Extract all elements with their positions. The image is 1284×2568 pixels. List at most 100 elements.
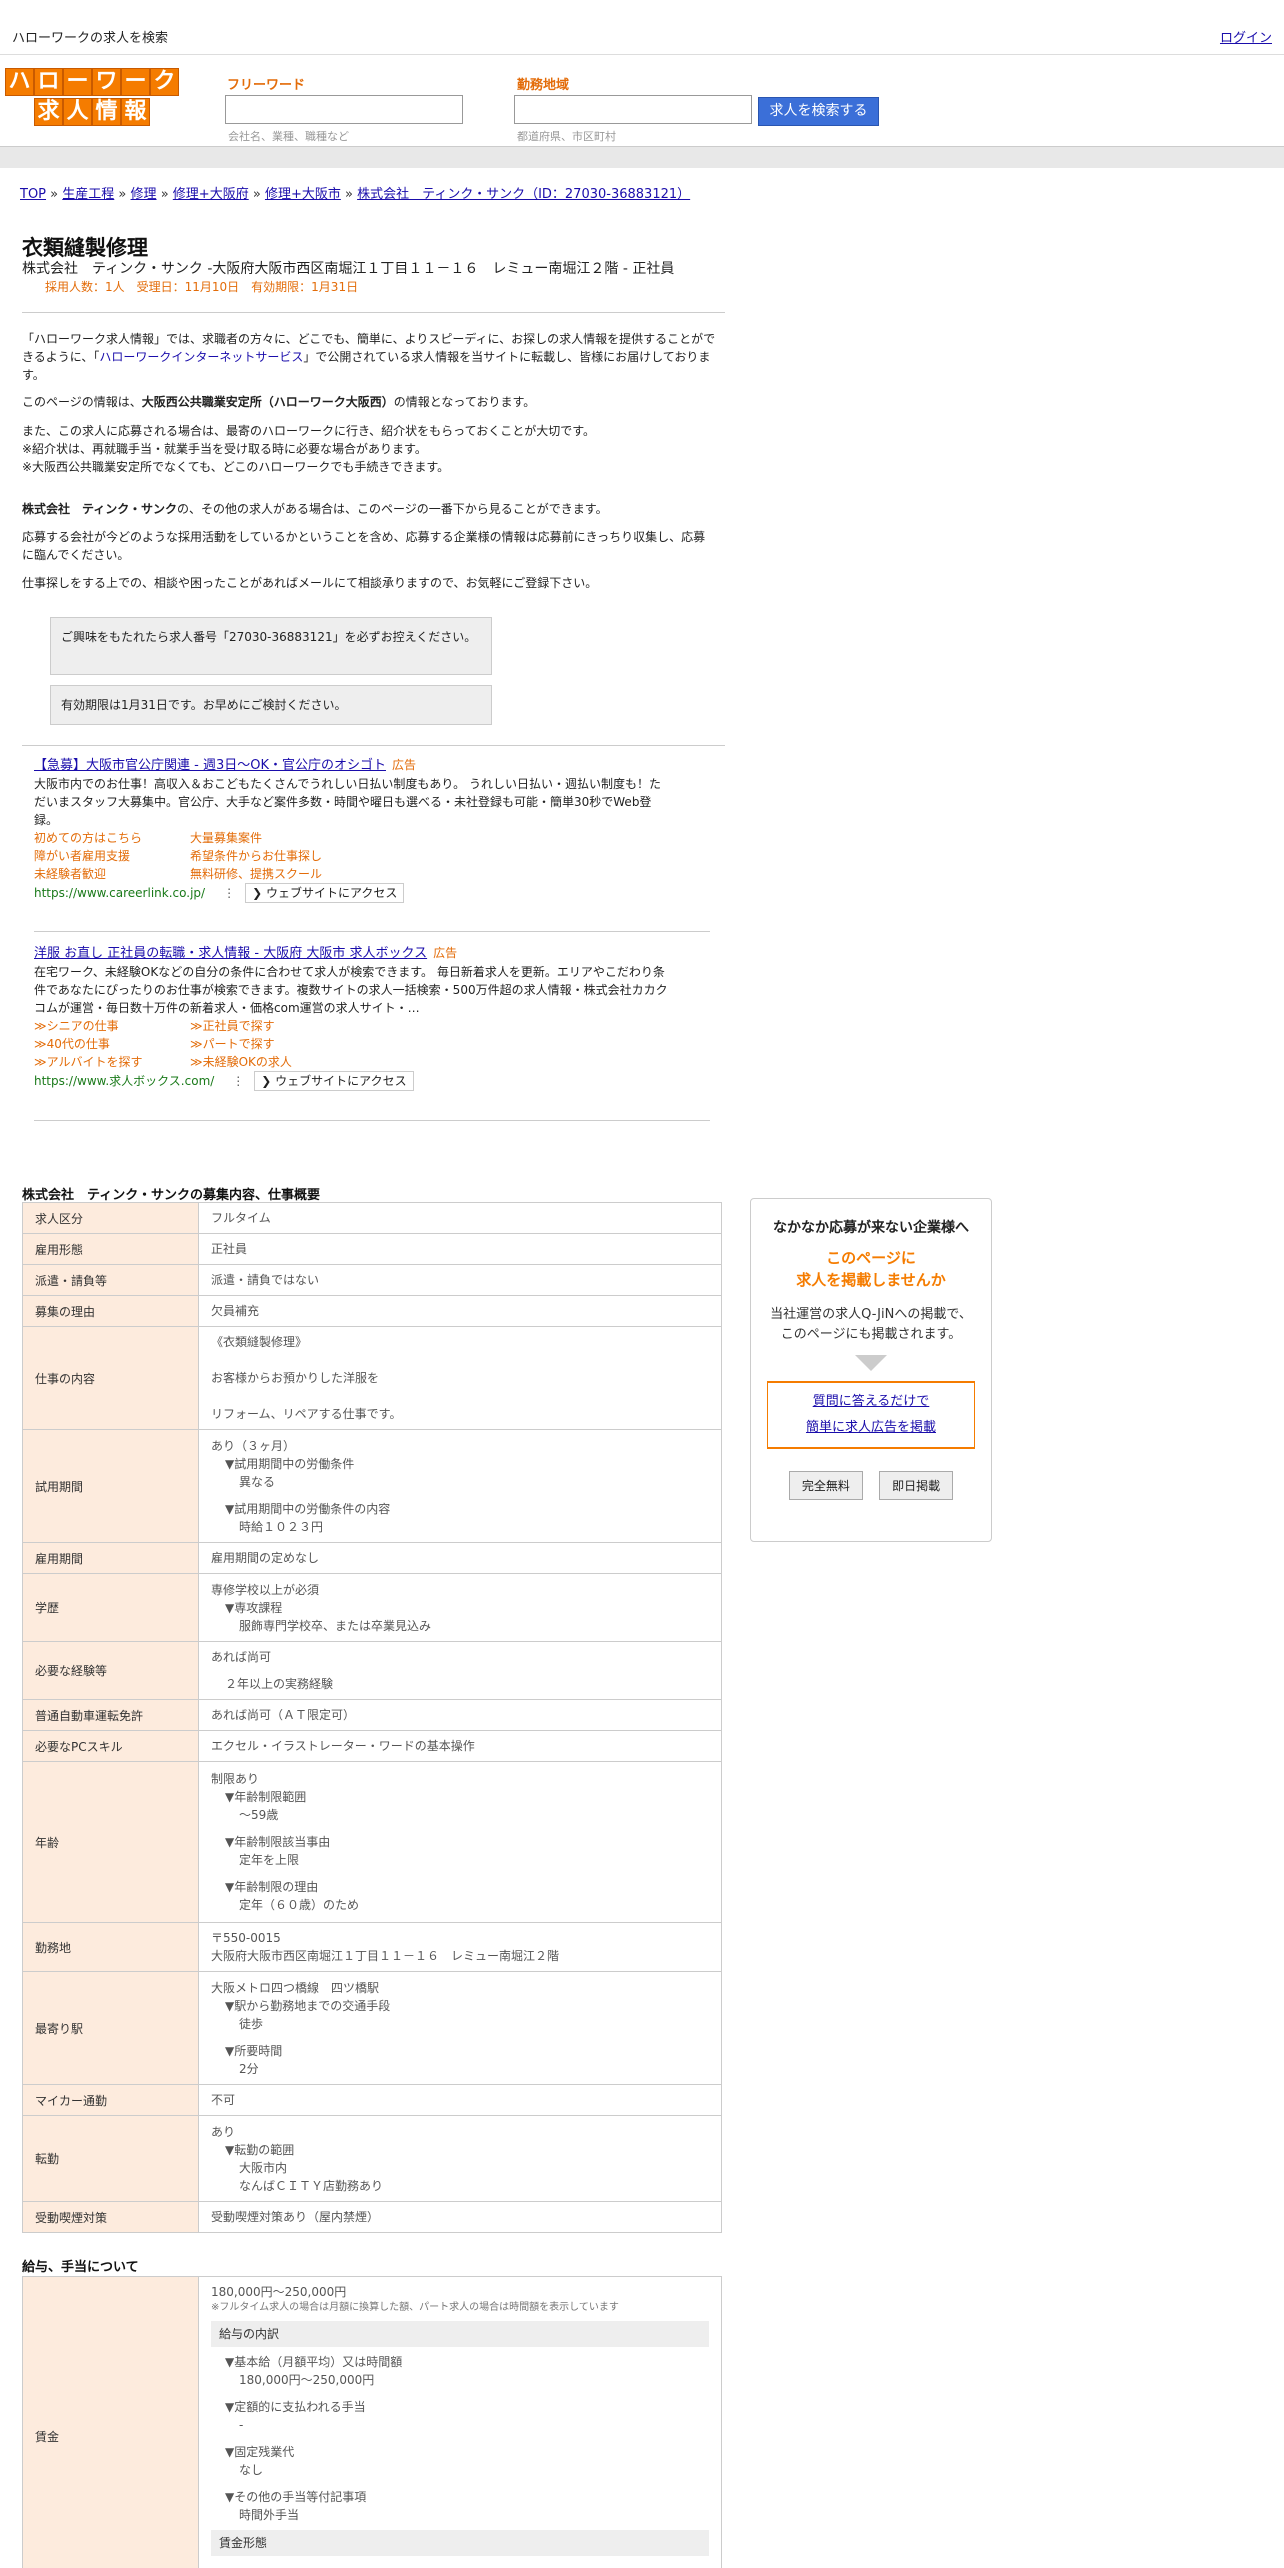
row-value: 欠員補充 bbox=[198, 1295, 722, 1327]
sidebar-text: 当社運営の求人Q-JiNへの掲載で、 このページにも掲載されます。 bbox=[751, 1305, 991, 1345]
search-button[interactable]: 求人を検索する bbox=[758, 97, 879, 126]
ad-sitelink[interactable]: ≫正社員で探す bbox=[190, 1017, 390, 1035]
ad-sitelinks: ≫シニアの仕事 ≫正社員で探す ≫40代の仕事 ≫パートで探す ≫アルバイトを探… bbox=[34, 1017, 670, 1071]
ad-sitelink[interactable]: 希望条件からお仕事探し bbox=[190, 847, 390, 865]
value-line: - bbox=[239, 2418, 244, 2432]
value-line: ▼試用期間中の労働条件 bbox=[225, 1456, 355, 1471]
ad-title-link[interactable]: 【急募】大阪市官公庁関連 - 週3日～OK・官公庁のオシゴト bbox=[34, 758, 386, 773]
ad-sitelink[interactable]: ≫未経験OKの求人 bbox=[190, 1053, 390, 1071]
login-link[interactable]: ログイン bbox=[1220, 27, 1272, 46]
sidebar-headline-line: このページに bbox=[826, 1249, 916, 1267]
hellowork-logo[interactable]: ハ ロ ー ワ ー ク 求 人 情 報 bbox=[5, 68, 181, 128]
table-row: マイカー通勤 不可 bbox=[22, 2084, 722, 2116]
value-line: ▼所要時間 bbox=[225, 2043, 283, 2058]
row-value: 大阪メトロ四つ橋線 四ツ橋駅 ▼駅から勤務地までの交通手段 徒歩 ▼所要時間 2… bbox=[198, 1971, 722, 2085]
ad-sitelink[interactable]: 初めての方はこちら bbox=[34, 829, 190, 847]
ad-sitelink[interactable]: 無料研修、提携スクール bbox=[190, 865, 390, 883]
value-line: ２年以上の実務経験 bbox=[225, 1677, 334, 1691]
ad-sitelink[interactable]: 障がい者雇用支援 bbox=[34, 847, 190, 865]
table-row: 必要な経験等 あれば尚可 ２年以上の実務経験 bbox=[22, 1641, 722, 1700]
sidebar-link-post-ad[interactable]: 簡単に求人広告を掲載 bbox=[806, 1420, 936, 1435]
more-options-icon[interactable]: ⋮ bbox=[232, 1074, 244, 1088]
ad-url[interactable]: https://www.careerlink.co.jp/ bbox=[34, 886, 205, 900]
ad-badge: 広告 bbox=[433, 946, 458, 960]
ad-url[interactable]: https://www.求人ボックス.com/ bbox=[34, 1074, 214, 1088]
table-row: 雇用形態 正社員 bbox=[22, 1233, 722, 1265]
sidebar-link-box: 質問に答えるだけで 簡単に求人広告を掲載 bbox=[767, 1381, 975, 1449]
breadcrumb-separator: » bbox=[160, 187, 169, 202]
arrow-down-icon bbox=[855, 1355, 887, 1371]
value-line: 大阪市内 bbox=[239, 2160, 288, 2175]
value-line: 時給１０２３円 bbox=[239, 1519, 324, 1534]
table-row: 年齢 制限あり ▼年齢制限範囲 〜59歳 ▼年齢制限該当事由 定年を上限 ▼年齢… bbox=[22, 1761, 722, 1923]
intro-paragraph: 「ハローワーク求人情報」では、求職者の方々に、どこでも、簡単に、よりスピーディに… bbox=[22, 330, 717, 384]
value-line: ▼年齢制限該当事由 bbox=[225, 1835, 331, 1849]
area-label: 勤務地域 bbox=[517, 78, 570, 93]
ad-sitelink[interactable]: 大量募集案件 bbox=[190, 829, 390, 847]
breadcrumb-category[interactable]: 修理+大阪府 bbox=[173, 187, 249, 202]
ad-sitelink[interactable]: ≫40代の仕事 bbox=[34, 1035, 190, 1053]
more-options-icon[interactable]: ⋮ bbox=[223, 886, 235, 900]
value-line: ▼基本給（月額平均）又は時間額 bbox=[225, 2355, 403, 2369]
breadcrumb-company[interactable]: 株式会社 ティンク・サンク（ID：27030-36883121） bbox=[357, 187, 690, 202]
value-line: ▼固定残業代 bbox=[225, 2445, 295, 2459]
row-label: 必要な経験等 bbox=[22, 1641, 199, 1700]
ad-sitelink[interactable]: ≫アルバイトを探す bbox=[34, 1053, 190, 1071]
hellowork-internet-link[interactable]: ハローワークインターネットサービス bbox=[99, 350, 303, 364]
ad-block: 洋服 お直し 正社員の転職・求人情報 - 大阪府 大阪市 求人ボックス 広告 在宅… bbox=[34, 944, 670, 1091]
freeword-hint: 会社名、業種、職種など bbox=[228, 130, 349, 143]
breadcrumb-category[interactable]: 修理 bbox=[131, 187, 157, 202]
row-value: あり ▼転勤の範囲 大阪市内 なんばＣＩＴＹ店勤務あり bbox=[198, 2115, 722, 2202]
table-row: 募集の理由 欠員補充 bbox=[22, 1295, 722, 1327]
value-line: ▼専攻課程 bbox=[225, 1600, 283, 1615]
ad-sitelink[interactable]: ≫パートで探す bbox=[190, 1035, 390, 1053]
referral-text: ※紹介状は、再就職手当・就業手当を受け取る時に必要な場合があります。 bbox=[22, 442, 427, 456]
value-line: あり bbox=[211, 2124, 236, 2139]
row-label: 雇用形態 bbox=[22, 1233, 199, 1265]
value-line: 時間外手当 bbox=[239, 2508, 300, 2522]
breadcrumb-category[interactable]: 生産工程 bbox=[62, 187, 114, 202]
value-line: あれば尚可 bbox=[211, 1650, 272, 1664]
value-line: 《衣類縫製修理》 bbox=[211, 1335, 308, 1349]
row-value: 《衣類縫製修理》 お客様からお預かりした洋服を リフォーム、リペアする仕事です。 bbox=[198, 1326, 722, 1430]
row-value: エクセル・イラストレーター・ワードの基本操作 bbox=[198, 1730, 722, 1762]
breadcrumb-category[interactable]: 修理+大阪市 bbox=[265, 187, 341, 202]
sidebar-link-questions[interactable]: 質問に答えるだけで bbox=[813, 1394, 930, 1409]
ad-sitelink[interactable]: 未経験者歓迎 bbox=[34, 865, 190, 883]
table-row: 賃金 180,000円〜250,000円 ※フルタイム求人の場合は月額に換算した… bbox=[22, 2276, 722, 2568]
same-day-button[interactable]: 即日掲載 bbox=[879, 1471, 954, 1500]
table-row: 勤務地 〒550-0015 大阪府大阪市西区南堀江１丁目１１－１６ レミュー南堀… bbox=[22, 1922, 722, 1972]
freeword-input[interactable] bbox=[225, 95, 463, 124]
job-details-table: 求人区分 フルタイム 雇用形態 正社員 派遣・請負等 派遣・請負ではない 募集の理由欠… bbox=[22, 1202, 722, 2233]
ad-sitelink[interactable]: ≫シニアの仕事 bbox=[34, 1017, 190, 1035]
ad-description: 在宅ワーク、未経験OKなどの自分の条件に合わせて求人が検索できます。 毎日新着求… bbox=[34, 965, 668, 1015]
value-line: 定年を上限 bbox=[239, 1853, 300, 1867]
recruiter-sidebar: なかなか応募が来ない企業様へ このページに 求人を掲載しませんか 当社運営の求人… bbox=[750, 1198, 992, 1542]
logo-char: ワ bbox=[92, 68, 121, 96]
value-line: リフォーム、リペアする仕事です。 bbox=[211, 1407, 402, 1421]
visit-website-button[interactable]: ❯ ウェブサイトにアクセス bbox=[245, 883, 405, 903]
free-button[interactable]: 完全無料 bbox=[788, 1471, 863, 1500]
row-label: 試用期間 bbox=[22, 1429, 199, 1543]
divider bbox=[34, 1120, 710, 1121]
sidebar-text-line: このページにも掲載されます。 bbox=[780, 1327, 962, 1342]
table-row: 試用期間 あり（３ヶ月） ▼試用期間中の労働条件 異なる ▼試用期間中の労働条件… bbox=[22, 1429, 722, 1543]
wage-breakdown-title: 給与の内訳 bbox=[211, 2321, 709, 2347]
row-label: 学歴 bbox=[22, 1573, 199, 1642]
top-bar: ハローワークの求人を検索 ログイン bbox=[0, 0, 1284, 55]
area-input[interactable] bbox=[514, 95, 752, 124]
value-line: 服飾専門学校卒、または卒業見込み bbox=[239, 1618, 432, 1633]
row-value: あり（３ヶ月） ▼試用期間中の労働条件 異なる ▼試用期間中の労働条件の内容 時… bbox=[198, 1429, 722, 1543]
row-value: 専修学校以上が必須 ▼専攻課程 服飾専門学校卒、または卒業見込み bbox=[198, 1573, 722, 1642]
divider bbox=[34, 931, 710, 932]
value-line: 〜59歳 bbox=[239, 1808, 279, 1822]
breadcrumb-top[interactable]: TOP bbox=[20, 187, 46, 202]
visit-website-button[interactable]: ❯ ウェブサイトにアクセス bbox=[254, 1071, 414, 1091]
value-line: 定年（６０歳）のため bbox=[239, 1898, 360, 1912]
wage-table: 賃金 180,000円〜250,000円 ※フルタイム求人の場合は月額に換算した… bbox=[22, 2276, 722, 2568]
ad-title-link[interactable]: 洋服 お直し 正社員の転職・求人情報 - 大阪府 大阪市 求人ボックス bbox=[34, 946, 427, 961]
ad-sitelinks: 初めての方はこちら 大量募集案件 障がい者雇用支援 希望条件からお仕事探し 未経… bbox=[34, 829, 670, 883]
logo-char: 求 bbox=[34, 98, 63, 126]
company-name: 株式会社 ティンク・サンク bbox=[22, 502, 178, 516]
value-line: ▼駅から勤務地までの交通手段 bbox=[225, 1998, 391, 2013]
